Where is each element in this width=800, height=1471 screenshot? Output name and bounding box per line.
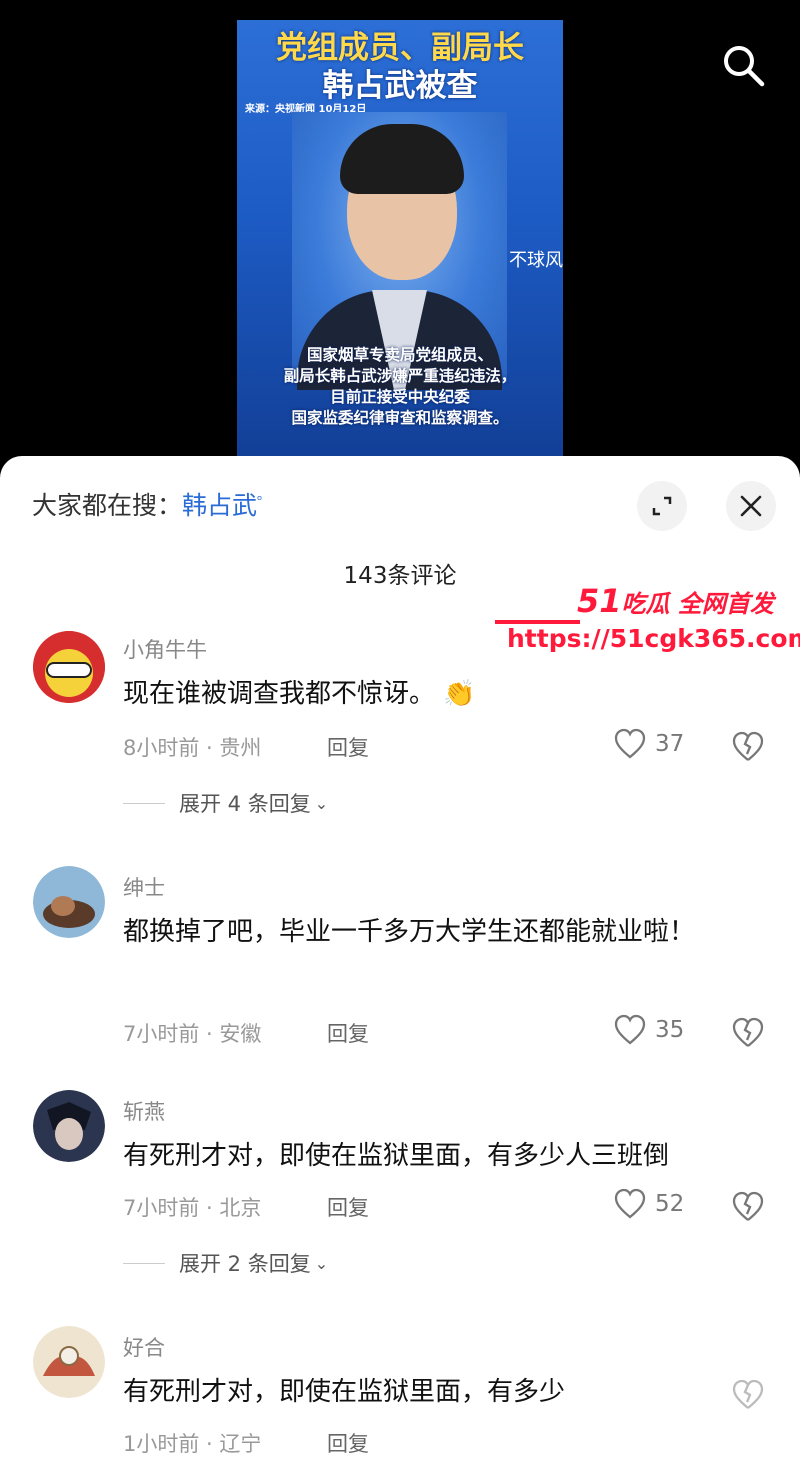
- trending-search-keyword[interactable]: 韩占武: [182, 491, 257, 520]
- trending-search-prefix: 大家都在搜：: [32, 491, 183, 520]
- video-watermark: 不球风: [509, 250, 563, 271]
- comment-meta: 7小时前 · 安徽: [123, 1022, 262, 1046]
- avatar-image: [33, 1326, 105, 1398]
- video-caption: 国家烟草专卖局党组成员、 副局长韩占武涉嫌严重违纪违法， 目前正接受中央纪委 国…: [237, 345, 563, 429]
- comments-sheet: 大家都在搜：韩占武ᵒ 143条评论 51吃瓜 全网首发 https://51cg…: [0, 456, 800, 1471]
- comment-body: 现在谁被调查我都不惊讶。: [123, 679, 436, 709]
- like-count: 37: [655, 731, 685, 757]
- comment-username[interactable]: 好合: [123, 1332, 165, 1362]
- avatar[interactable]: [33, 866, 105, 938]
- divider: [123, 1262, 165, 1264]
- comment-text: 现在谁被调查我都不惊讶。 👏: [123, 670, 743, 718]
- expand-icon: [652, 496, 672, 516]
- comment-text: 有死刑才对，即使在监狱里面，有多少人三班倒: [123, 1141, 670, 1171]
- heart-icon: [614, 728, 646, 759]
- like-count: 52: [655, 1191, 685, 1217]
- reply-button[interactable]: 回复: [327, 1428, 369, 1458]
- divider: [123, 802, 165, 804]
- promo-watermark: 51吃瓜 全网首发 https://51cgk365.com: [495, 582, 800, 662]
- heart-icon: [614, 1014, 646, 1045]
- portrait-image: [292, 112, 507, 390]
- expand-replies-label: 展开 4 条回复: [179, 792, 311, 816]
- expand-replies[interactable]: 展开 2 条回复 ⌄: [123, 1248, 328, 1278]
- comment-meta: 8小时前 · 贵州: [123, 736, 262, 760]
- avatar-image: [33, 631, 105, 703]
- promo-title: 51吃瓜 全网首发: [577, 582, 774, 620]
- caption-line: 副局长韩占武涉嫌严重违纪违法，: [283, 367, 517, 385]
- promo-url: https://51cgk365.com: [507, 624, 800, 653]
- reply-button[interactable]: 回复: [327, 732, 369, 762]
- like-button[interactable]: 37: [613, 728, 684, 760]
- clap-emoji-icon: 👏: [443, 679, 476, 709]
- search-button[interactable]: [718, 40, 768, 90]
- video-headline-2: 韩占武被查: [322, 68, 478, 104]
- comment-username[interactable]: 绅士: [123, 872, 165, 902]
- caption-line: 国家监委纪律审查和监察调查。: [291, 409, 509, 427]
- expand-replies-label: 展开 2 条回复: [179, 1252, 311, 1276]
- comment-meta: 1小时前 · 辽宁: [123, 1432, 262, 1456]
- comment-username[interactable]: 小角牛牛: [123, 634, 207, 664]
- avatar-image: [33, 866, 105, 938]
- comment-username[interactable]: 斩燕: [123, 1096, 165, 1126]
- comment-meta: 7小时前 · 北京: [123, 1196, 262, 1220]
- caption-line: 国家烟草专卖局党组成员、: [306, 346, 493, 364]
- close-icon: [740, 495, 762, 517]
- comment-text: 都换掉了吧，毕业一千多万大学生还都能就业啦！: [123, 917, 696, 947]
- like-count: 35: [655, 1017, 685, 1043]
- comment-text: 有死刑才对，即使在监狱里面，有多少: [123, 1377, 566, 1407]
- avatar[interactable]: [33, 1090, 105, 1162]
- trending-search[interactable]: 大家都在搜：韩占武ᵒ: [32, 486, 262, 522]
- video-frame[interactable]: 党组成员、副局长 韩占武被查 来源：央视新闻 10月12日 不球风 国家烟草专卖…: [237, 20, 563, 460]
- promo-tagline: 吃瓜 全网首发: [621, 590, 774, 618]
- chevron-down-icon: ⌄: [314, 793, 329, 813]
- search-icon: [724, 46, 765, 87]
- expand-button[interactable]: [637, 481, 687, 531]
- search-small-icon: ᵒ: [257, 493, 263, 509]
- screen: 党组成员、副局长 韩占武被查 来源：央视新闻 10月12日 不球风 国家烟草专卖…: [0, 0, 800, 1471]
- chevron-down-icon: ⌄: [314, 1253, 329, 1273]
- like-button[interactable]: 52: [613, 1188, 684, 1220]
- broken-heart-icon[interactable]: [731, 1190, 765, 1224]
- like-button[interactable]: 35: [613, 1014, 684, 1046]
- hair-shape: [340, 124, 464, 194]
- avatar[interactable]: [33, 1326, 105, 1398]
- caption-line: 目前正接受中央纪委: [330, 388, 470, 406]
- avatar[interactable]: [33, 631, 105, 703]
- avatar-image: [33, 1090, 105, 1162]
- promo-number: 51: [577, 582, 622, 620]
- broken-heart-icon[interactable]: [731, 1378, 765, 1412]
- expand-replies[interactable]: 展开 4 条回复 ⌄: [123, 788, 328, 818]
- broken-heart-icon[interactable]: [731, 1016, 765, 1050]
- broken-heart-icon[interactable]: [731, 730, 765, 764]
- heart-icon: [614, 1188, 646, 1219]
- reply-button[interactable]: 回复: [327, 1192, 369, 1222]
- reply-button[interactable]: 回复: [327, 1018, 369, 1048]
- close-button[interactable]: [726, 481, 776, 531]
